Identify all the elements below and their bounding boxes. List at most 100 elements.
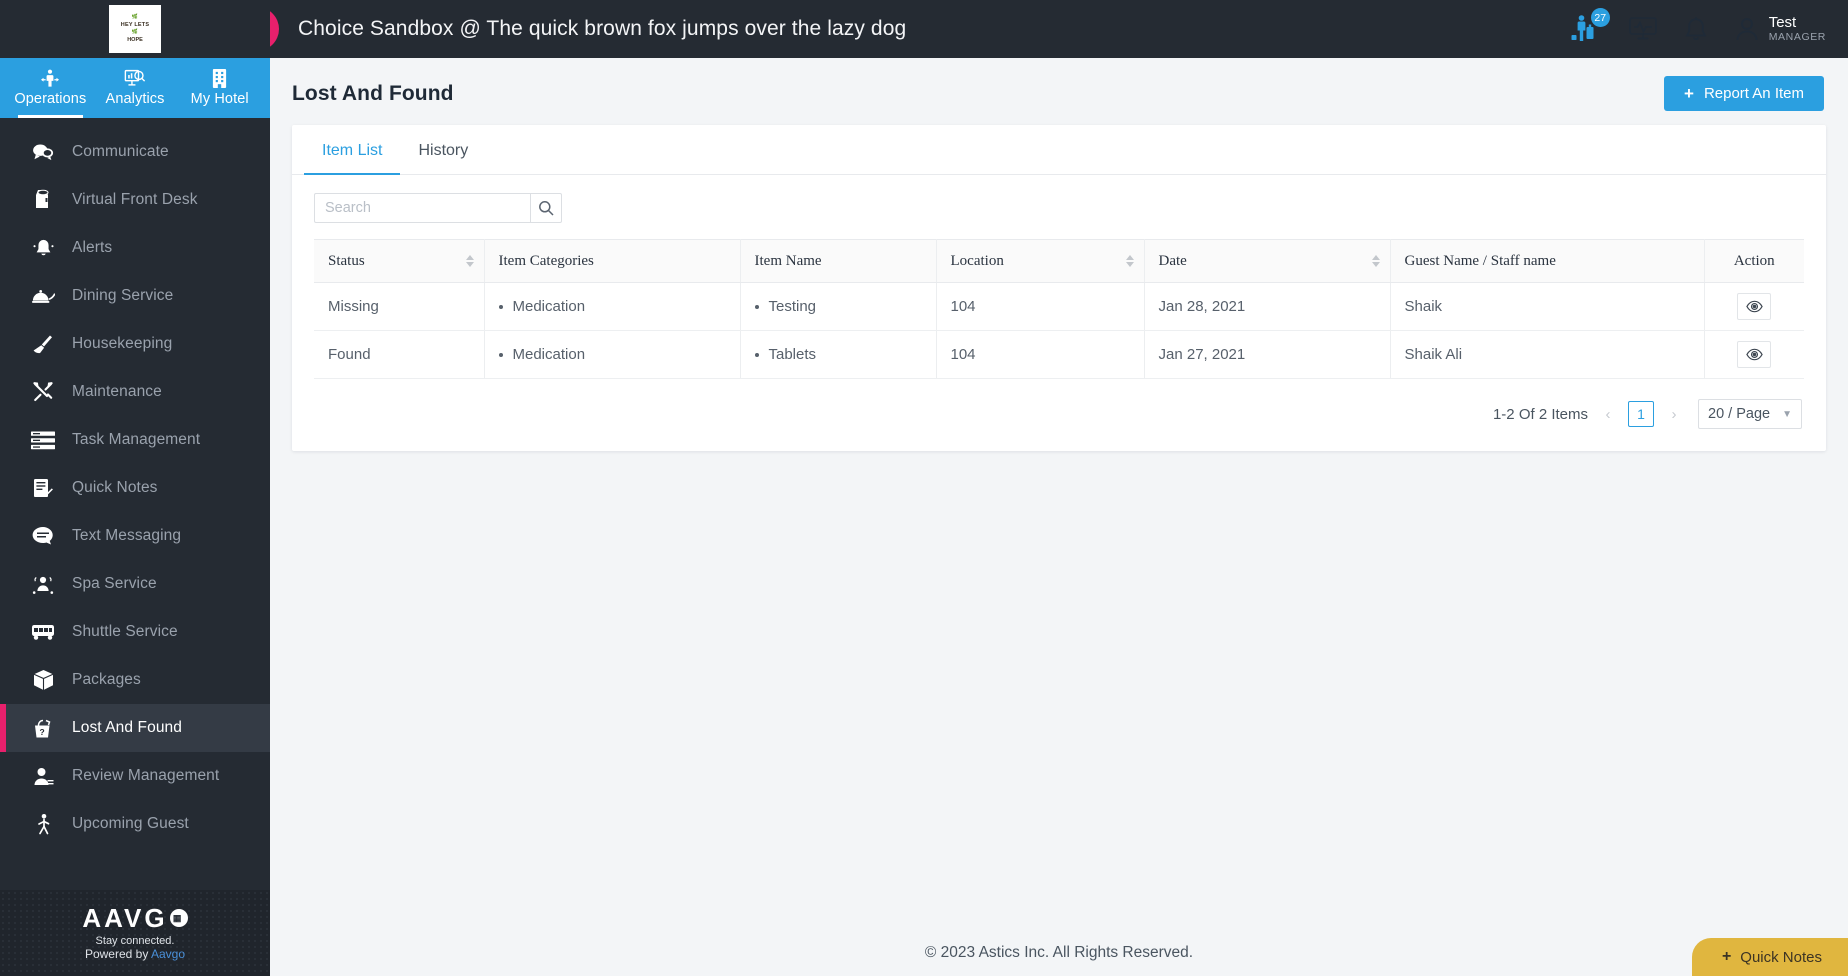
logo-line-1: HEY LETS — [121, 21, 149, 29]
column-header-date[interactable]: Date — [1144, 240, 1390, 283]
sidebar-item-label: Maintenance — [72, 383, 162, 401]
tab-history[interactable]: History — [400, 125, 486, 174]
front-desk-icon — [30, 189, 56, 211]
dining-cloche-icon — [30, 285, 56, 307]
page-size-select[interactable]: 20 / Page ▼ — [1698, 399, 1802, 429]
bell-icon — [1684, 16, 1708, 43]
pagination-page-1[interactable]: 1 — [1628, 401, 1654, 427]
column-header-location[interactable]: Location — [936, 240, 1144, 283]
cell-status: Missing — [314, 283, 484, 331]
sidebar-item-maintenance[interactable]: Maintenance — [0, 368, 270, 416]
notifications-button[interactable] — [1684, 16, 1708, 43]
table-head: Status Item Categories Item Name Locatio… — [314, 240, 1804, 283]
column-header-item-name: Item Name — [740, 240, 936, 283]
tab-item-list[interactable]: Item List — [304, 125, 400, 174]
search-button[interactable] — [530, 193, 562, 223]
page-title: Lost And Found — [292, 82, 454, 106]
nav-tab-operations[interactable]: Operations — [8, 58, 93, 118]
hotel-icon — [211, 68, 228, 90]
powered-by-link[interactable]: Aavgo — [151, 947, 185, 961]
cell-item-categories: Medication — [484, 283, 740, 331]
sidebar: 🌿 HEY LETS 🌿 HOPE Operations — [0, 0, 270, 976]
search-input[interactable] — [314, 193, 530, 223]
sidebar-item-lost-and-found[interactable]: ? Lost And Found — [0, 704, 270, 752]
app-header: Choice Sandbox @ The quick brown fox jum… — [270, 0, 1848, 58]
user-profile-menu[interactable]: Test MANAGER — [1734, 15, 1826, 44]
report-an-item-label: Report An Item — [1704, 85, 1804, 102]
sort-toggle-icon[interactable] — [466, 255, 474, 267]
sidebar-item-communicate[interactable]: Communicate — [0, 128, 270, 176]
search-group — [314, 193, 562, 223]
guest-arrivals-button[interactable]: 27 — [1570, 14, 1602, 44]
nav-tab-my-hotel[interactable]: My Hotel — [177, 58, 262, 118]
content-card: Item List History — [292, 125, 1826, 451]
cell-date: Jan 27, 2021 — [1144, 331, 1390, 379]
sidebar-item-label: Lost And Found — [72, 719, 182, 737]
bell-icon — [30, 237, 56, 259]
sidebar-item-spa-service[interactable]: Spa Service — [0, 560, 270, 608]
page-context-title: Choice Sandbox @ The quick brown fox jum… — [298, 17, 906, 41]
aavgo-logo-text: AAVG — [82, 905, 167, 931]
broom-icon — [30, 333, 56, 355]
nav-tab-analytics[interactable]: Analytics — [93, 58, 178, 118]
page-size-value: 20 / Page — [1708, 406, 1770, 422]
pagination-prev-button[interactable]: ‹ — [1598, 406, 1618, 423]
page-footer: © 2023 Astics Inc. All Rights Reserved. … — [270, 930, 1848, 976]
aavgo-logo-badge-icon: ▦ — [170, 909, 188, 927]
lost-and-found-table: Status Item Categories Item Name Locatio… — [314, 239, 1804, 379]
notes-pencil-icon — [30, 477, 56, 499]
cell-location: 104 — [936, 331, 1144, 379]
sidebar-item-housekeeping[interactable]: Housekeeping — [0, 320, 270, 368]
sidebar-item-packages[interactable]: Packages — [0, 656, 270, 704]
column-label: Guest Name / Staff name — [1405, 253, 1556, 269]
system-status-button[interactable] — [1628, 16, 1658, 42]
sidebar-item-review-management[interactable]: Review Management — [0, 752, 270, 800]
sidebar-item-task-management[interactable]: Task Management — [0, 416, 270, 464]
sidebar-item-label: Text Messaging — [72, 527, 181, 545]
tools-icon — [30, 381, 56, 403]
column-label: Status — [328, 253, 365, 270]
cell-item-categories: Medication — [484, 331, 740, 379]
sidebar-item-label: Review Management — [72, 767, 219, 785]
cell-guest-staff-name: Shaik — [1390, 283, 1704, 331]
sidebar-item-label: Alerts — [72, 239, 112, 257]
column-header-status[interactable]: Status — [314, 240, 484, 283]
cell-item-category-value: Medication — [513, 298, 586, 315]
primary-nav: Operations Analytics — [0, 58, 270, 118]
svg-text:?: ? — [39, 727, 44, 737]
cell-item-name: Tablets — [740, 331, 936, 379]
cell-status: Found — [314, 331, 484, 379]
eye-icon — [1746, 348, 1763, 361]
sort-toggle-icon[interactable] — [1126, 255, 1134, 267]
column-label: Item Categories — [499, 253, 594, 269]
sidebar-item-label: Upcoming Guest — [72, 815, 189, 833]
sidebar-item-quick-notes[interactable]: Quick Notes — [0, 464, 270, 512]
sort-toggle-icon[interactable] — [1372, 255, 1380, 267]
package-box-icon — [30, 669, 56, 691]
sidebar-menu: Communicate Virtual Front Desk Alert — [0, 118, 270, 848]
table-row[interactable]: Missing Medication Testing 104 — [314, 283, 1804, 331]
bullet-icon — [499, 305, 503, 309]
avatar-icon — [1734, 16, 1760, 43]
sidebar-item-label: Task Management — [72, 431, 200, 449]
user-review-icon — [30, 765, 56, 787]
view-item-button[interactable] — [1737, 341, 1771, 368]
quick-notes-fab[interactable]: + Quick Notes — [1692, 938, 1848, 976]
sidebar-item-label: Packages — [72, 671, 141, 689]
bullet-icon — [499, 353, 503, 357]
column-header-action: Action — [1704, 240, 1804, 283]
sidebar-item-alerts[interactable]: Alerts — [0, 224, 270, 272]
table-header-row: Status Item Categories Item Name Locatio… — [314, 240, 1804, 283]
sidebar-item-virtual-front-desk[interactable]: Virtual Front Desk — [0, 176, 270, 224]
cell-guest-staff-name: Shaik Ali — [1390, 331, 1704, 379]
sidebar-item-text-messaging[interactable]: Text Messaging — [0, 512, 270, 560]
sidebar-item-upcoming-guest[interactable]: Upcoming Guest — [0, 800, 270, 848]
table-row[interactable]: Found Medication Tablets 104 — [314, 331, 1804, 379]
sidebar-item-dining-service[interactable]: Dining Service — [0, 272, 270, 320]
analytics-icon — [123, 68, 147, 90]
cell-date: Jan 28, 2021 — [1144, 283, 1390, 331]
sidebar-item-shuttle-service[interactable]: Shuttle Service — [0, 608, 270, 656]
pagination-next-button[interactable]: › — [1664, 406, 1684, 423]
view-item-button[interactable] — [1737, 293, 1771, 320]
report-an-item-button[interactable]: + Report An Item — [1664, 76, 1824, 111]
